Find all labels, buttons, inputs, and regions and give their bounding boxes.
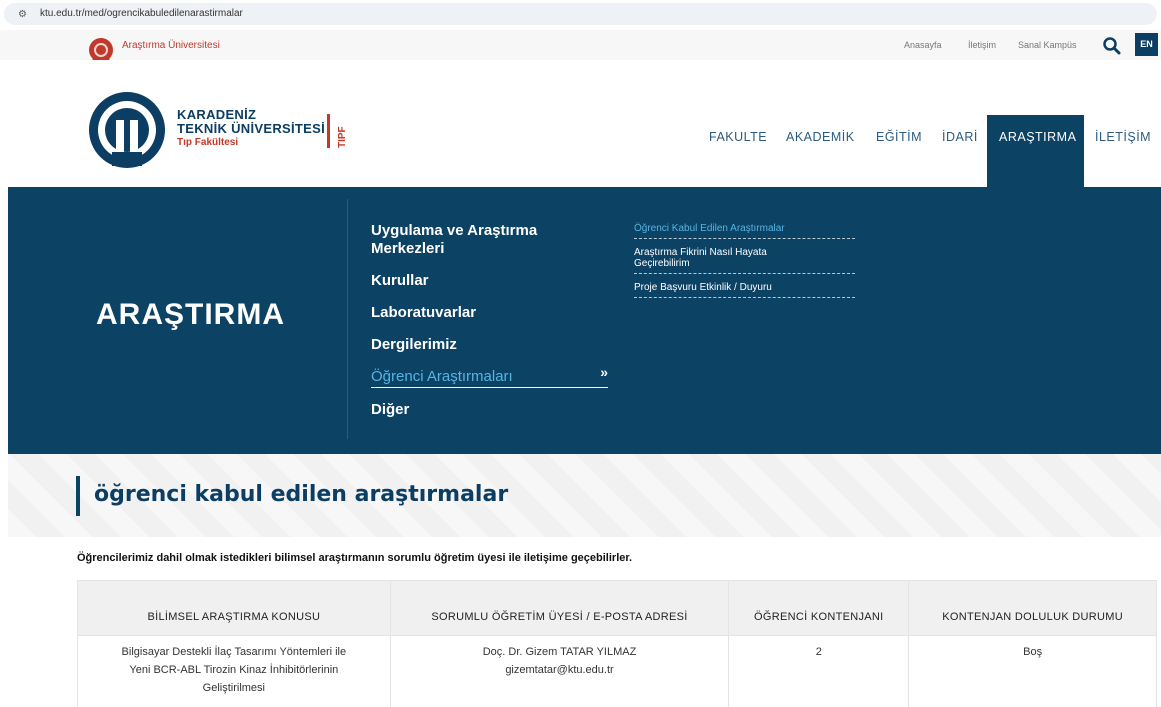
logo-line-tip-fakultesi: Tıp Fakültesi <box>177 137 239 148</box>
tipf-badge-text: TIPF <box>337 126 348 148</box>
intro-text: Öğrencilerimiz dahil olmak istedikleri b… <box>77 552 633 564</box>
table-header-row: BİLİMSEL ARAŞTIRMA KONUSU SORUMLU ÖĞRETİ… <box>77 580 1157 636</box>
col-header-advisor: SORUMLU ÖĞRETİM ÜYESİ / E-POSTA ADRESİ <box>389 580 730 636</box>
cell-quota: 2 <box>728 635 910 707</box>
ktu-logo-icon[interactable] <box>87 90 167 170</box>
search-icon[interactable] <box>1102 36 1122 56</box>
cell-status: Boş <box>908 635 1157 707</box>
nav-idari[interactable]: İDARİ <box>942 130 978 144</box>
toplink-anasayfa[interactable]: Anasayfa <box>904 40 942 50</box>
mega-menu-divider <box>347 199 348 439</box>
logo-line-teknik-universitesi: TEKNİK ÜNİVERSİTESİ <box>177 121 325 136</box>
sublink-ogrenci-kabul-edilen-arastirmalar[interactable]: Öğrenci Kabul Edilen Araştırmalar <box>634 221 855 239</box>
topic-line: Yeni BCR-ABL Tirozin Kinaz İnhibitörleri… <box>129 664 339 676</box>
menu-link-laboratuvarlar[interactable]: Laboratuvarlar <box>371 304 611 322</box>
tune-icon[interactable]: ⚙ <box>18 9 27 20</box>
nav-akademik[interactable]: AKADEMİK <box>786 130 855 144</box>
toplink-sanal-kampus[interactable]: Sanal Kampüs <box>1018 40 1077 50</box>
sublink-proje-basvuru-etkinlik-duyuru[interactable]: Proje Başvuru Etkinlik / Duyuru <box>634 280 855 298</box>
logo-divider <box>327 114 330 148</box>
logo-text[interactable]: KARADENİZ TEKNİK ÜNİVERSİTESİ Tıp Fakült… <box>177 108 325 150</box>
menu-link-dergilerimiz[interactable]: Dergilerimiz <box>371 336 611 354</box>
nav-egitim[interactable]: EĞİTİM <box>876 130 922 144</box>
menu-link-ogrenci-arastirmalari[interactable]: Öğrenci Araştırmaları <box>371 368 608 386</box>
university-tagline[interactable]: Araştırma Üniversitesi <box>122 40 220 51</box>
menu-link-kurullar[interactable]: Kurullar <box>371 272 611 290</box>
browser-url-bar: ⚙ ktu.edu.tr/med/ogrencikabuledilenarast… <box>0 0 1161 30</box>
url-text[interactable]: ktu.edu.tr/med/ogrencikabuledilenarastir… <box>40 8 243 19</box>
tipf-badge: TIPF <box>337 126 359 159</box>
topic-line: Geliştirilmesi <box>202 682 265 694</box>
page-title: öğrenci kabul edilen araştırmalar <box>94 482 509 507</box>
cell-topic: Bilgisayar Destekli İlaç Tasarımı Yöntem… <box>77 635 391 707</box>
nav-arastirma-label: ARAŞTIRMA <box>999 130 1077 144</box>
menu-link-ogrenci-arastirmalari-row[interactable]: Öğrenci Araştırmaları » <box>371 364 608 388</box>
site-header: KARADENİZ TEKNİK ÜNİVERSİTESİ Tıp Fakült… <box>0 60 1161 187</box>
menu-link-diger[interactable]: Diğer <box>371 401 611 419</box>
language-en-button[interactable]: EN <box>1135 33 1158 56</box>
research-table: BİLİMSEL ARAŞTIRMA KONUSU SORUMLU ÖĞRETİ… <box>77 580 1157 707</box>
mega-menu-links: Uygulama ve Araştırma Merkezleri Kurulla… <box>371 222 611 419</box>
cell-advisor: Doç. Dr. Gizem TATAR YILMAZ gizemtatar@k… <box>389 635 730 707</box>
title-accent-bar <box>76 476 80 516</box>
sublink-arastirma-fikrini-hayata-gecirebilirim[interactable]: Araştırma Fikrini Nasıl Hayata Geçirebil… <box>634 245 855 274</box>
col-header-quota: ÖĞRENCİ KONTENJANI <box>728 580 910 636</box>
mega-menu-sublinks: Öğrenci Kabul Edilen Araştırmalar Araştı… <box>634 221 855 298</box>
topic-line: Bilgisayar Destekli İlaç Tasarımı Yöntem… <box>121 646 347 658</box>
nav-fakulte[interactable]: FAKULTE <box>709 130 767 144</box>
advisor-email[interactable]: gizemtatar@ktu.edu.tr <box>391 661 729 679</box>
table-row: Bilgisayar Destekli İlaç Tasarımı Yöntem… <box>77 635 1157 707</box>
col-header-status: KONTENJAN DOLULUK DURUMU <box>908 580 1157 636</box>
mega-menu-panel: ARAŞTIRMA Uygulama ve Araştırma Merkezle… <box>8 187 1161 454</box>
mega-menu-title: ARAŞTIRMA <box>96 298 285 331</box>
col-header-topic: BİLİMSEL ARAŞTIRMA KONUSU <box>77 580 391 636</box>
page-title-band: öğrenci kabul edilen araştırmalar <box>8 454 1161 537</box>
double-chevron-right-icon: » <box>600 364 608 380</box>
nav-iletisim[interactable]: İLETİŞİM <box>1095 130 1151 144</box>
nav-arastirma[interactable]: ARAŞTIRMA <box>987 115 1084 187</box>
logo-line-karadeniz: KARADENİZ <box>177 107 257 122</box>
top-utility-bar: Araştırma Üniversitesi Anasayfa İletişim… <box>0 30 1161 60</box>
advisor-name: Doç. Dr. Gizem TATAR YILMAZ <box>482 646 637 658</box>
toplink-iletisim[interactable]: İletişim <box>968 40 996 50</box>
address-field[interactable]: ⚙ ktu.edu.tr/med/ogrencikabuledilenarast… <box>4 3 1157 25</box>
menu-link-uygulama-arastirma-merkezleri[interactable]: Uygulama ve Araştırma Merkezleri <box>371 222 571 258</box>
